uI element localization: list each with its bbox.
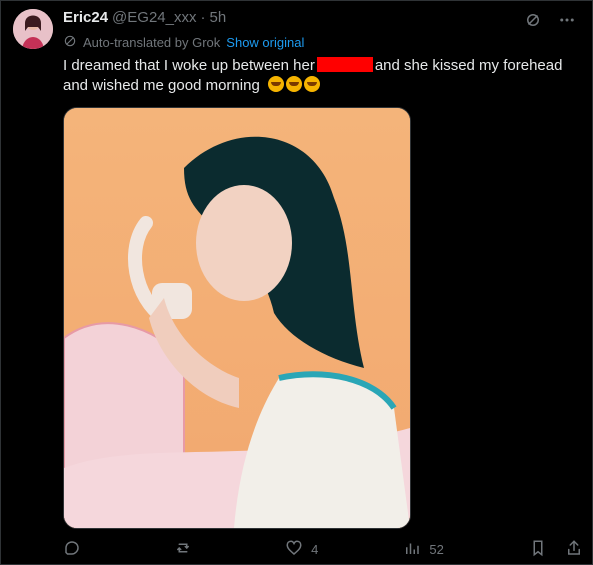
emoji-group	[267, 76, 320, 92]
grok-icon[interactable]	[524, 11, 542, 34]
translation-label: Auto-translated by Grok	[83, 35, 221, 50]
views-button[interactable]: 52	[403, 539, 444, 560]
reply-button[interactable]	[63, 539, 89, 560]
redaction-bar	[316, 57, 373, 72]
show-original-link[interactable]: Show original	[226, 35, 304, 50]
right-actions	[529, 539, 583, 560]
author-handle[interactable]: @EG24_xxx	[112, 9, 196, 26]
reply-icon	[63, 539, 81, 560]
loudly-crying-face-icon	[285, 76, 302, 92]
translation-note: Auto-translated by Grok Show original	[63, 34, 304, 51]
more-icon[interactable]	[558, 11, 576, 34]
tweet-header: Eric24 @EG24_xxx · 5h	[63, 9, 226, 26]
timestamp[interactable]: 5h	[209, 9, 226, 26]
tweet-text-part1: I dreamed that I woke up between her	[63, 57, 315, 74]
translate-icon	[63, 34, 77, 51]
separator-dot: ·	[200, 9, 206, 26]
bookmark-icon[interactable]	[529, 539, 547, 560]
author-name[interactable]: Eric24	[63, 9, 108, 26]
avatar[interactable]	[13, 9, 53, 49]
retweet-button[interactable]	[174, 539, 200, 560]
like-count: 4	[311, 542, 319, 557]
views-icon	[403, 539, 421, 560]
tweet-media[interactable]	[63, 107, 411, 529]
tweet-text: I dreamed that I woke up between her and …	[63, 56, 583, 96]
tweet-card[interactable]: Eric24 @EG24_xxx · 5h Auto-translated by…	[0, 0, 593, 565]
avatar-image	[13, 9, 53, 49]
action-bar: 4 52	[63, 539, 583, 560]
views-count: 52	[429, 542, 444, 557]
share-icon[interactable]	[565, 539, 583, 560]
top-actions	[524, 11, 576, 34]
heart-icon	[285, 539, 303, 560]
loudly-crying-face-icon	[303, 76, 320, 92]
photo	[64, 108, 410, 528]
retweet-icon	[174, 539, 192, 560]
like-button[interactable]: 4	[285, 539, 318, 560]
loudly-crying-face-icon	[267, 76, 284, 92]
